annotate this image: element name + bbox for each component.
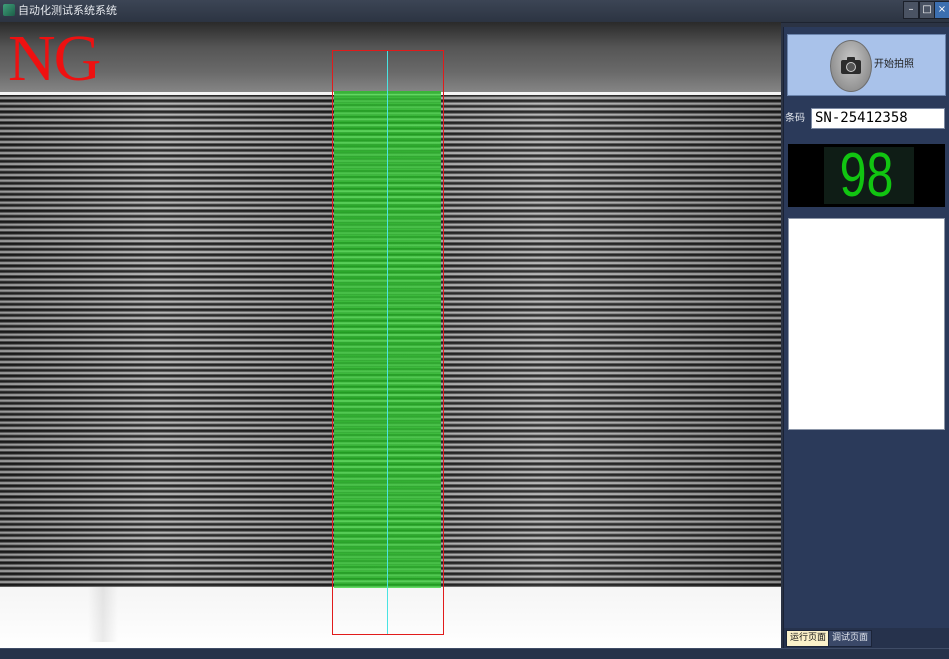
camera-icon: [830, 40, 872, 92]
score-value: 98: [839, 141, 894, 210]
close-button[interactable]: ×: [934, 1, 949, 19]
tab-debug-page[interactable]: 调试页面: [828, 630, 873, 647]
start-capture-button[interactable]: 开始拍照: [787, 34, 946, 96]
window-title: 自动化测试系统系统: [18, 4, 117, 17]
minimize-button[interactable]: –: [903, 1, 919, 19]
camera-image-view: NG: [0, 22, 781, 648]
inspection-result-label: NG: [8, 22, 101, 95]
barcode-input[interactable]: SN-25412358: [811, 108, 945, 129]
roi-center-line: [387, 51, 388, 634]
barcode-label: 条码: [785, 113, 805, 124]
start-capture-label: 开始拍照: [874, 59, 914, 70]
result-list[interactable]: [788, 218, 945, 430]
app-logo-icon: [3, 4, 15, 16]
title-bar: 自动化测试系统系统 – □ ×: [0, 0, 949, 23]
tab-run-page[interactable]: 运行页面: [786, 630, 831, 647]
camera-body-icon: [841, 57, 861, 74]
panel-spacer: [788, 430, 945, 626]
bottom-border: [0, 648, 949, 659]
score-display: 98: [788, 144, 945, 207]
roi-rectangle: [332, 50, 444, 635]
control-panel: 开始拍照 条码 SN-25412358 98 运行页面 调试页面: [783, 27, 949, 648]
image-shadow: [88, 587, 118, 642]
maximize-button[interactable]: □: [919, 1, 935, 19]
app-window: 自动化测试系统系统 – □ × NG 开始拍照 条码 SN-25412358 9…: [0, 0, 949, 659]
camera-lens-icon: [846, 62, 856, 72]
page-tabs: 运行页面 调试页面: [784, 628, 949, 648]
